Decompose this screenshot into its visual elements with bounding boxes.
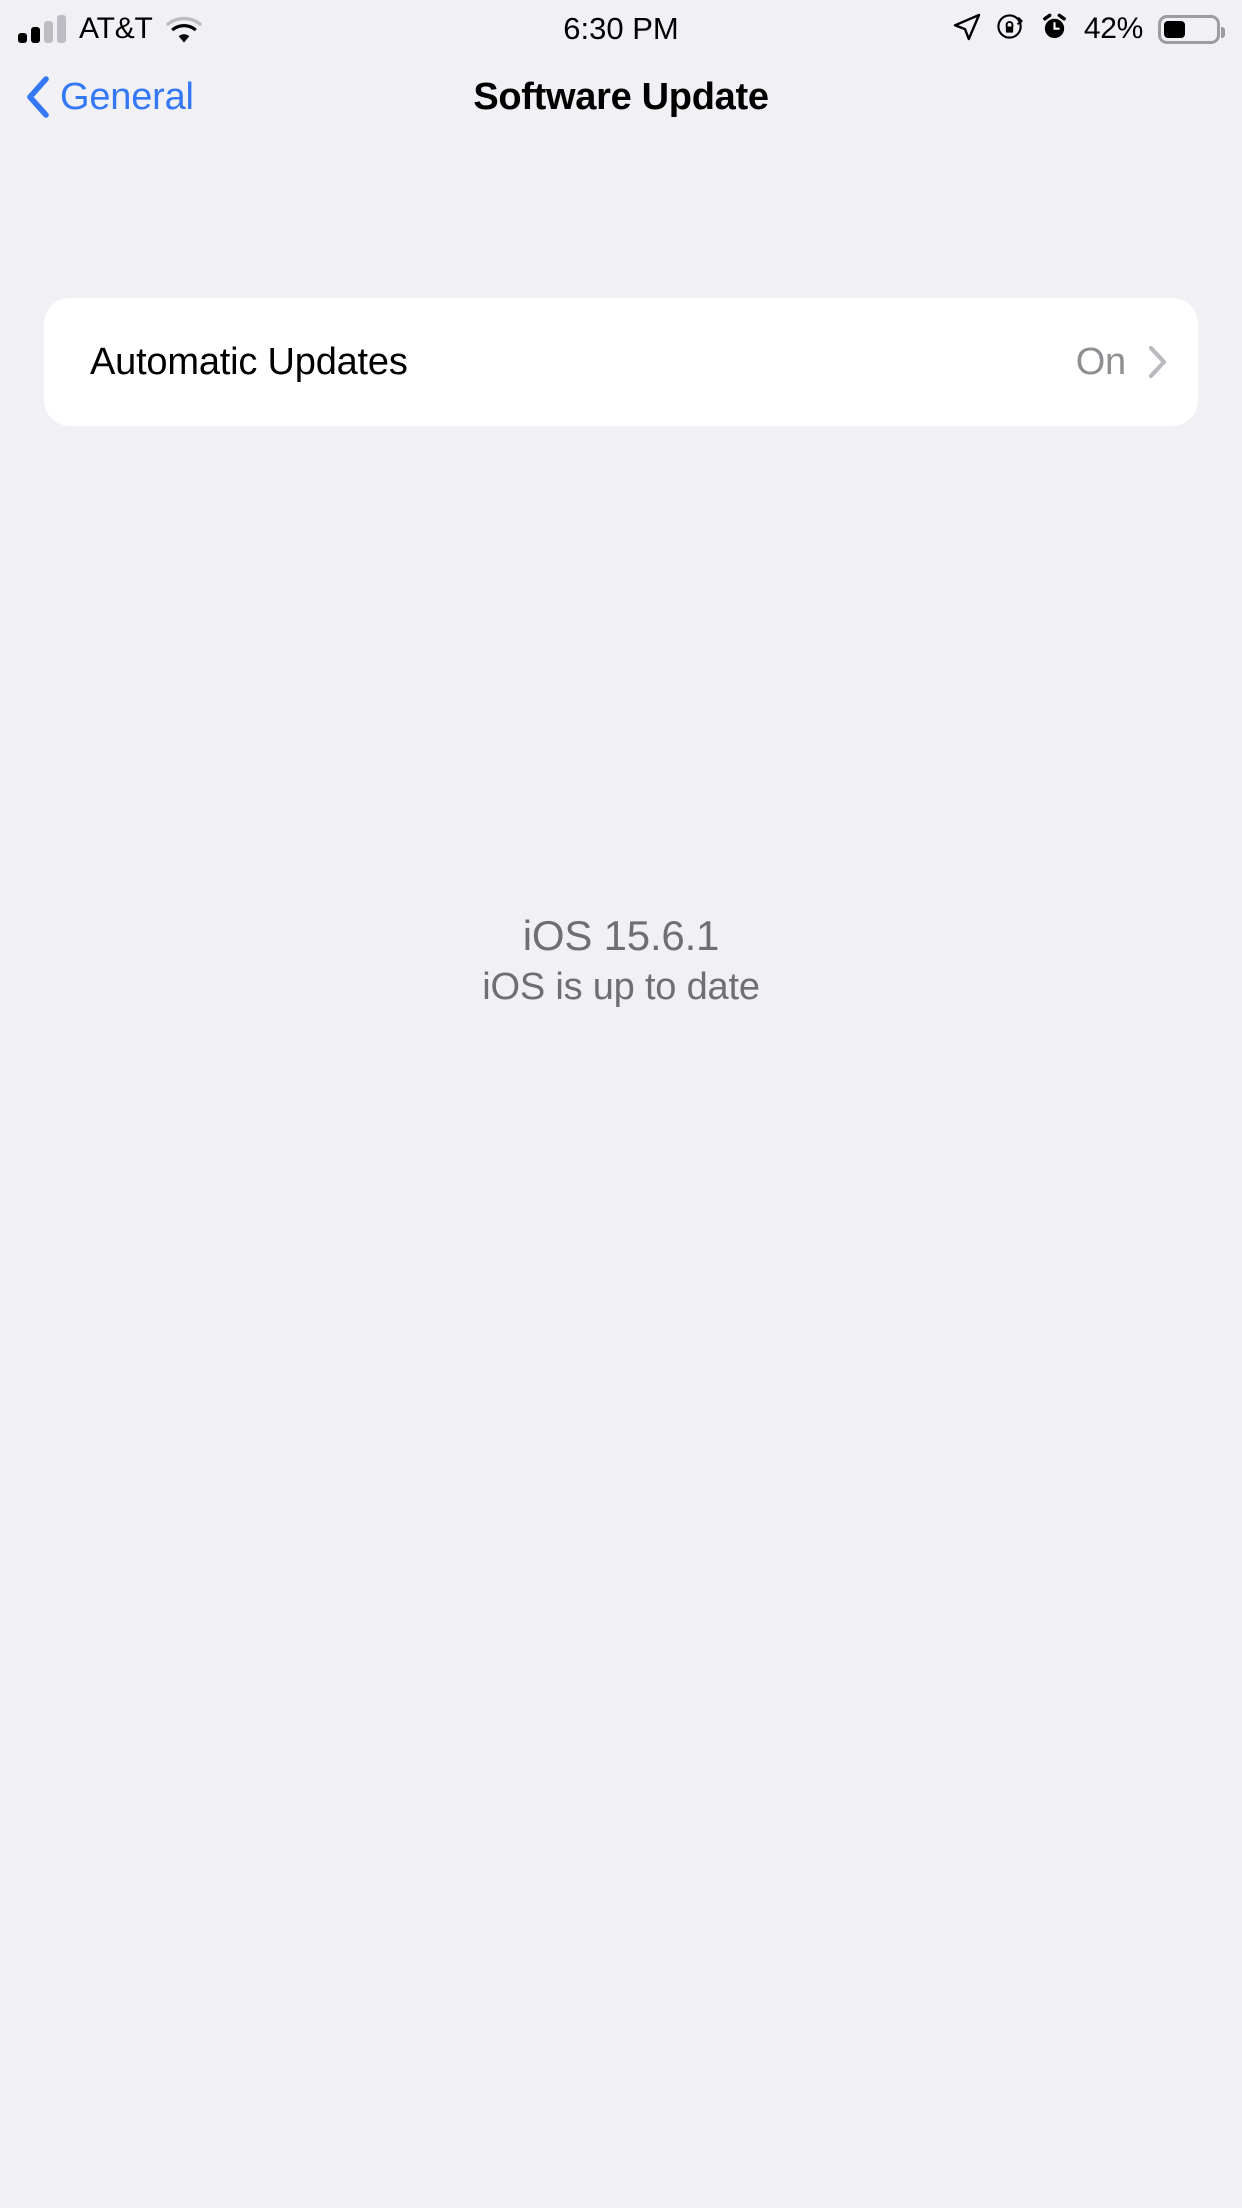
back-button[interactable]: General: [26, 58, 194, 136]
navigation-bar: Software Update General: [0, 58, 1242, 136]
wifi-icon: [165, 16, 202, 43]
row-value: On: [1075, 340, 1126, 383]
back-button-label: General: [60, 75, 194, 118]
location-arrow-icon: [953, 13, 981, 46]
status-bar: AT&T 6:30 PM 42%: [0, 0, 1242, 58]
status-bar-right: 42%: [953, 0, 1225, 58]
ios-version-label: iOS 15.6.1: [522, 912, 720, 959]
status-bar-left: AT&T: [18, 0, 202, 58]
chevron-left-icon: [26, 76, 50, 118]
carrier-label: AT&T: [79, 12, 153, 45]
settings-card: Automatic Updates On: [44, 298, 1198, 426]
battery-icon: [1158, 14, 1225, 44]
rotation-lock-icon: [996, 12, 1025, 46]
alarm-clock-icon: [1040, 12, 1069, 46]
battery-percent-label: 42%: [1083, 12, 1143, 45]
chevron-right-icon: [1148, 345, 1168, 379]
row-label: Automatic Updates: [90, 340, 408, 383]
automatic-updates-row[interactable]: Automatic Updates On: [44, 298, 1198, 426]
clock-label: 6:30 PM: [563, 11, 679, 46]
cellular-signal-icon: [18, 14, 66, 43]
ios-update-status-label: iOS is up to date: [482, 966, 760, 1008]
version-info-block: iOS 15.6.1 iOS is up to date: [0, 912, 1242, 1009]
